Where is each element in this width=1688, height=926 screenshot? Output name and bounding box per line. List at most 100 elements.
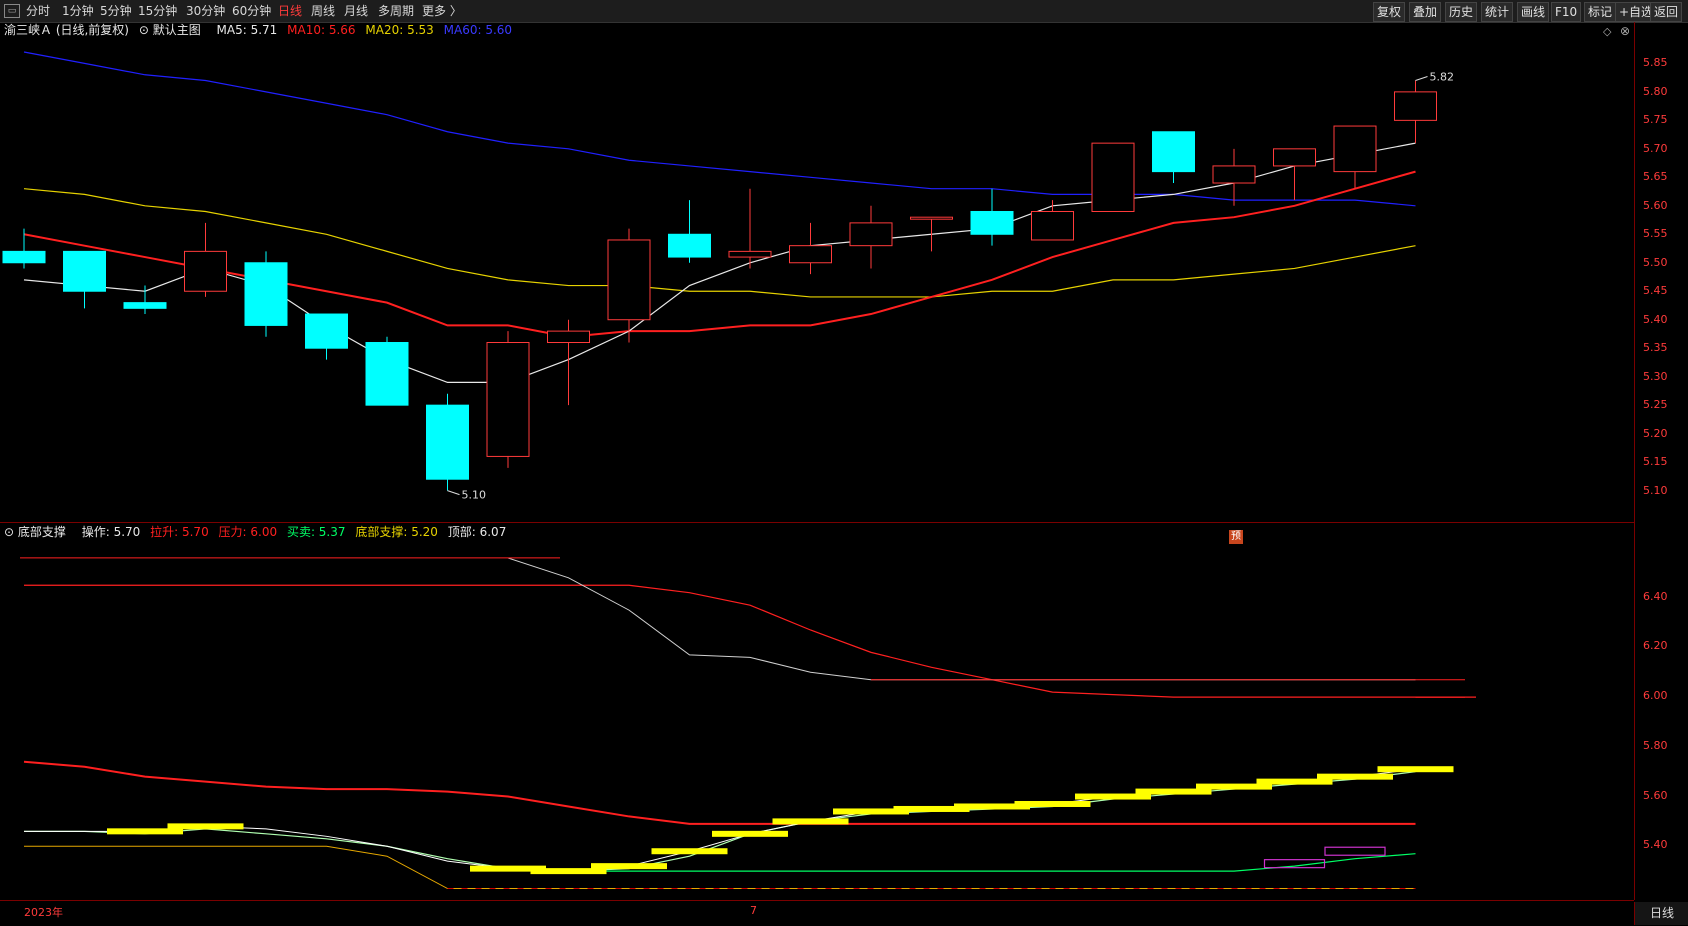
top-label: 顶部: 6.07	[447, 525, 507, 539]
candle[interactable]	[849, 205, 893, 269]
price-tick-label: 5.35	[1643, 341, 1668, 355]
indicator-name[interactable]: ⊙ 底部支撑	[4, 525, 72, 539]
price-tick-label: 5.40	[1643, 312, 1668, 326]
bottom-support-label: 底部支撑: 5.20	[355, 525, 438, 539]
pressure-line	[24, 584, 1476, 698]
candle[interactable]	[2, 228, 46, 269]
candle[interactable]	[1212, 148, 1256, 206]
period-button-0[interactable]: 分时	[26, 3, 50, 19]
price-tick-label: 5.75	[1643, 113, 1668, 127]
ma10-label: MA10: 5.66	[287, 23, 356, 37]
price-tick-label: 5.50	[1643, 255, 1668, 269]
candle[interactable]	[1091, 142, 1135, 212]
period-button-7[interactable]: 周线	[311, 3, 335, 19]
period-button-10[interactable]: 更多 〉	[422, 3, 462, 19]
indicator-axis: 6.40 6.20 6.00 5.80 5.60 5.40	[1634, 522, 1688, 900]
period-button-4[interactable]: 30分钟	[186, 3, 225, 19]
tool-button-8[interactable]: 返回	[1650, 2, 1683, 22]
diamond-icon[interactable]: ◇	[1603, 25, 1611, 38]
ma5-label: MA5: 5.71	[216, 23, 278, 37]
chart-mode[interactable]: ⊙ 默认主图	[139, 23, 207, 37]
tool-button-0[interactable]: 复权	[1373, 2, 1406, 22]
period-button-3[interactable]: 15分钟	[138, 3, 177, 19]
candle[interactable]	[426, 393, 469, 491]
date-axis	[0, 900, 1634, 926]
op-label: 操作: 5.70	[81, 525, 141, 539]
indicator-tick-label: 6.20	[1643, 639, 1668, 653]
buysell-label: 买卖: 5.37	[286, 525, 346, 539]
indicator-tick-label: 5.80	[1643, 738, 1668, 752]
candle[interactable]	[547, 319, 590, 406]
main-header: 渝三峡Ａ (日线,前复权) ⊙ 默认主图 MA5: 5.71 MA10: 5.6…	[4, 22, 518, 38]
pressure-label: 压力: 6.00	[218, 525, 278, 539]
candle[interactable]	[789, 222, 832, 275]
candle[interactable]	[486, 331, 530, 468]
tool-button-1[interactable]: 叠加	[1409, 2, 1442, 22]
price-tick-label: 5.80	[1643, 84, 1668, 98]
tool-button-4[interactable]: 画线	[1517, 2, 1550, 22]
candle[interactable]	[910, 216, 953, 252]
extreme-label: 5.10	[462, 489, 487, 502]
top-line	[507, 557, 1416, 681]
extreme-pointer	[447, 490, 460, 496]
tool-button-2[interactable]: 历史	[1445, 2, 1478, 22]
magenta-signal	[1324, 846, 1386, 856]
signal-bar	[651, 848, 728, 855]
candle[interactable]	[305, 313, 348, 360]
tool-button-6[interactable]: 标记	[1584, 2, 1617, 22]
candle[interactable]	[1273, 148, 1316, 201]
candle[interactable]	[1333, 125, 1377, 189]
date-start-label: 2023年	[24, 906, 63, 919]
date-mid-label: 7	[750, 904, 757, 917]
candle[interactable]	[607, 228, 651, 343]
candle[interactable]	[184, 222, 227, 297]
signal-bar	[712, 830, 788, 837]
candle[interactable]	[63, 250, 106, 309]
price-tick-label: 5.65	[1643, 170, 1668, 184]
price-tick-label: 5.60	[1643, 198, 1668, 212]
period-button-1[interactable]: 1分钟	[62, 3, 94, 19]
candle[interactable]	[1031, 200, 1074, 241]
period-toolbar: ▭ 分时 1分钟 5分钟 15分钟 30分钟 60分钟 日线 周线 月线 多周期 更多 〉 复权 叠加…	[0, 0, 1688, 23]
period-button-6[interactable]: 日线	[278, 3, 302, 19]
stock-title: 渝三峡Ａ (日线,前复权)	[4, 23, 129, 37]
pull-label: 拉升: 5.70	[150, 525, 209, 539]
ma60-line	[23, 51, 1416, 207]
ma5-line	[23, 142, 1416, 383]
indicator-chart[interactable]	[0, 523, 1634, 901]
candle[interactable]	[728, 188, 772, 269]
signal-bar	[1317, 773, 1393, 780]
price-tick-label: 5.30	[1643, 369, 1668, 383]
price-tick-label: 5.70	[1643, 141, 1668, 155]
candle[interactable]	[970, 188, 1014, 246]
tool-button-3[interactable]: 统计	[1481, 2, 1514, 22]
close-icon[interactable]: ⊗	[1620, 24, 1630, 38]
indicator-panel[interactable]: ⊙ 底部支撑 操作: 5.70 拉升: 5.70 压力: 6.00 买卖: 5.…	[0, 522, 1634, 901]
candlestick-panel[interactable]: 5.82 5.10 渝三峡Ａ (日线,前复权) ⊙ 默认主图 MA5: 5.71 …	[0, 22, 1634, 544]
signal-bar	[167, 823, 244, 830]
signal-bar	[1377, 766, 1454, 773]
price-tick-label: 5.10	[1643, 483, 1668, 497]
period-button-8[interactable]: 月线	[344, 3, 368, 19]
ma20-line	[23, 188, 1416, 298]
candle[interactable]	[1152, 131, 1195, 184]
candlestick-chart[interactable]: 5.82 5.10	[0, 22, 1634, 522]
chart-mode-label: 默认主图	[152, 23, 201, 37]
price-tick-label: 5.55	[1643, 227, 1668, 241]
candle[interactable]	[244, 251, 288, 337]
candle[interactable]	[1394, 80, 1437, 144]
period-button-9[interactable]: 多周期	[378, 3, 414, 19]
indicator-name-label: 底部支撑	[17, 525, 66, 539]
period-button-5[interactable]: 60分钟	[232, 3, 271, 19]
signal-bar	[591, 863, 667, 870]
indicator-tick-label: 6.00	[1643, 689, 1668, 703]
ma60-label: MA60: 5.60	[443, 23, 513, 37]
ma10-line	[23, 170, 1416, 338]
tool-button-5[interactable]: F10	[1551, 2, 1582, 22]
candle[interactable]	[365, 336, 409, 406]
window-icon[interactable]: ▭	[4, 4, 20, 18]
indicator-tick-label: 5.60	[1643, 788, 1668, 802]
period-button-2[interactable]: 5分钟	[100, 3, 132, 19]
view-mode-button[interactable]: 日线	[1634, 902, 1688, 925]
candle[interactable]	[668, 200, 711, 263]
